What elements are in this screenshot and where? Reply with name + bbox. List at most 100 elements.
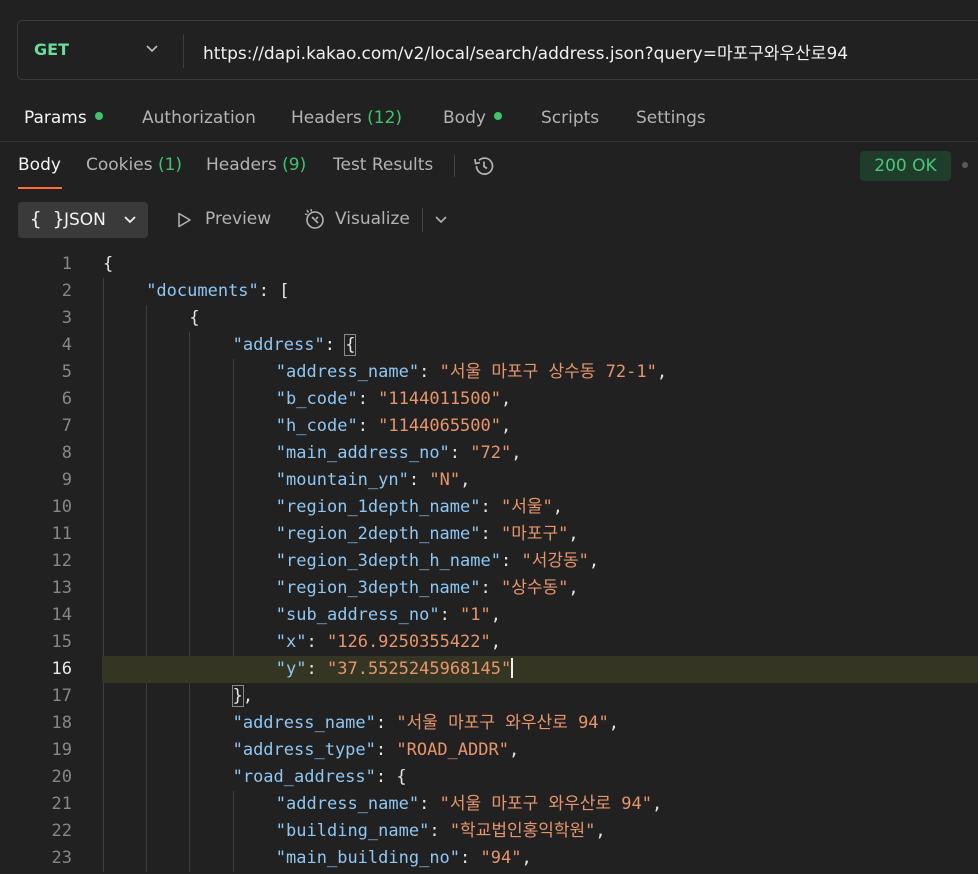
line-number: 15 [51, 632, 72, 652]
chevron-down-icon[interactable] [431, 210, 451, 230]
json-string-value: "37.5525245968145" [327, 659, 512, 679]
tab-params[interactable]: Params [24, 108, 103, 128]
tab-count: (9) [282, 155, 307, 175]
json-punctuation: , [568, 524, 579, 544]
json-punctuation: , [521, 848, 532, 868]
visualize-button[interactable]: Visualize [335, 209, 410, 229]
json-punctuation: : [375, 713, 397, 733]
response-tab-headers[interactable]: Headers (9) [206, 155, 306, 175]
line-number: 22 [51, 821, 72, 841]
code-content: "main_address_no": "72", [276, 440, 522, 467]
url-input[interactable]: https://dapi.kakao.com/v2/local/search/a… [203, 39, 848, 64]
line-number: 21 [51, 794, 72, 814]
code-content: { [103, 251, 113, 278]
json-punctuation: : [ [258, 281, 290, 301]
code-line: 8 "main_address_no": "72", [0, 440, 978, 467]
tab-scripts[interactable]: Scripts [541, 108, 599, 128]
json-punctuation: : { [375, 767, 407, 787]
json-punctuation: , [568, 578, 579, 598]
json-punctuation: , [595, 821, 606, 841]
json-string-value: "1144065500" [378, 416, 501, 436]
braces-icon: { } [30, 208, 65, 230]
json-key: "main_building_no" [275, 848, 461, 868]
preview-button[interactable]: Preview [205, 209, 271, 229]
json-punctuation: : [306, 632, 327, 652]
line-number: 20 [51, 767, 72, 787]
code-content: "region_3depth_h_name": "서강동", [276, 548, 599, 575]
chevron-down-icon[interactable] [142, 39, 162, 59]
response-tab-cookies[interactable]: Cookies (1) [86, 155, 182, 175]
json-key: "region_3depth_name" [275, 578, 481, 598]
json-key: "road_address" [232, 767, 376, 787]
json-key: "address_name" [275, 362, 420, 382]
code-line: 21 "address_name": "서울 마포구 와우산로 94", [0, 791, 978, 818]
code-line: 2 "documents": [ [0, 278, 978, 305]
json-key: "x" [275, 632, 307, 652]
divider [422, 208, 423, 232]
code-line: 3{ [0, 305, 978, 332]
visualize-icon[interactable] [303, 207, 327, 231]
json-punctuation: : [449, 443, 471, 463]
json-key: "address" [232, 335, 325, 355]
line-number: 8 [61, 443, 72, 463]
response-body-editor[interactable]: 1{2 "documents": [3{4 "address": {5 "addres… [0, 250, 978, 874]
json-key: "y" [275, 659, 307, 679]
line-number: 6 [61, 389, 72, 409]
code-content: "b_code": "1144011500", [276, 386, 511, 413]
tab-authorization[interactable]: Authorization [142, 108, 256, 128]
line-number: 4 [61, 335, 72, 355]
line-number: 11 [51, 524, 72, 544]
json-string-value: "서울 마포구 상수동 72-1" [439, 362, 657, 382]
json-punctuation: , [656, 362, 668, 382]
line-number: 3 [61, 308, 72, 328]
line-number: 7 [61, 416, 72, 436]
json-string-value: "상수동" [500, 578, 569, 598]
json-punctuation: : [357, 389, 379, 409]
json-string-value: "학교법인홍익학원" [449, 821, 596, 841]
json-punctuation: , [552, 497, 563, 517]
json-key: "region_1depth_name" [275, 497, 481, 517]
json-string-value: "서울 마포구 와우산로 94" [439, 794, 652, 814]
code-line: 17}, [0, 683, 978, 710]
tab-label: Body [443, 108, 486, 128]
code-content: "documents": [ [146, 278, 289, 305]
json-string-value: "서강동" [521, 551, 589, 571]
tab-settings[interactable]: Settings [636, 108, 706, 128]
code-line: 9 "mountain_yn": "N", [0, 467, 978, 494]
code-content: "address_type": "ROAD_ADDR", [233, 737, 520, 764]
tab-headers[interactable]: Headers (12) [291, 108, 402, 128]
json-string-value: "마포구" [500, 524, 569, 544]
json-punctuation: : [429, 821, 450, 841]
code-content: "mountain_yn": "N", [276, 467, 471, 494]
status-dot [94, 112, 103, 120]
play-outline-icon[interactable] [174, 210, 194, 230]
line-number: 10 [51, 497, 72, 517]
format-dropdown[interactable]: { } JSON [18, 202, 148, 238]
more-dot [962, 162, 968, 168]
json-punctuation: , [501, 416, 512, 436]
code-line: 10 "region_1depth_name": "서울", [0, 494, 978, 521]
json-string-value: "1144011500" [378, 389, 501, 409]
code-content: "main_building_no": "94", [276, 845, 532, 872]
line-number: 19 [51, 740, 72, 760]
method-select[interactable]: GET [34, 40, 69, 59]
line-number: 23 [51, 848, 72, 868]
response-tab-test-results[interactable]: Test Results [333, 155, 433, 175]
tab-count: (1) [157, 155, 183, 175]
response-tab-body[interactable]: Body [18, 155, 61, 175]
json-key: "address_type" [232, 740, 376, 760]
code-line: 6 "b_code": "1144011500", [0, 386, 978, 413]
tab-body[interactable]: Body [443, 108, 502, 128]
json-key: "h_code" [275, 416, 358, 436]
code-line: 7 "h_code": "1144065500", [0, 413, 978, 440]
code-line: 23 "main_building_no": "94", [0, 845, 978, 872]
line-number: 16 [51, 659, 72, 679]
json-key: "address_name" [232, 713, 376, 733]
code-line: 11 "region_2depth_name": "마포구", [0, 521, 978, 548]
json-punctuation: : [500, 551, 522, 571]
history-icon[interactable] [472, 154, 496, 178]
json-string-value: "서울 마포구 와우산로 94" [396, 713, 609, 733]
url-separator [183, 34, 184, 68]
json-key: "region_2depth_name" [275, 524, 481, 544]
divider [0, 141, 978, 142]
